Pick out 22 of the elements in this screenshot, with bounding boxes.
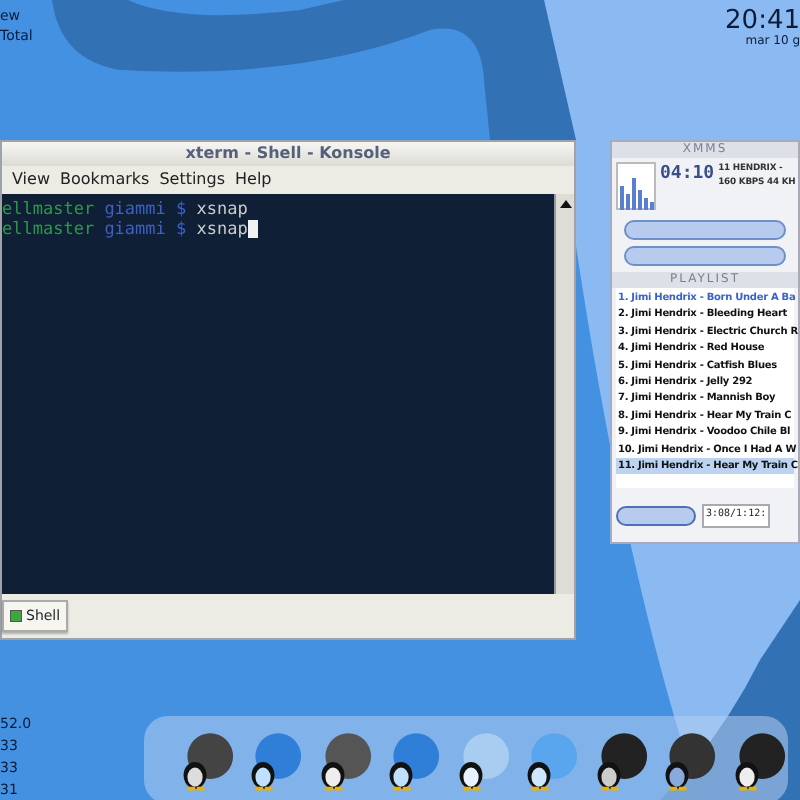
prompt-sign: $ — [176, 220, 187, 240]
window-title: xterm - Shell - Konsole — [2, 142, 574, 166]
clock-time: 20:41 — [725, 8, 800, 34]
scrollbar[interactable] — [554, 194, 574, 594]
menu-item[interactable]: Bookmarks — [59, 170, 150, 190]
text-cursor — [247, 220, 258, 238]
seek-bar[interactable] — [624, 220, 786, 240]
playlist-buttons[interactable] — [616, 505, 696, 526]
time-display: 04:10 — [660, 162, 715, 188]
terminal-host: ellmaster — [2, 220, 95, 240]
terminal-command: xsnap — [196, 220, 248, 240]
terminal-user: giammi — [104, 200, 166, 220]
terminal-icon — [10, 610, 22, 622]
terminal-host: ellmaster — [2, 200, 95, 220]
menu-item[interactable]: View — [12, 170, 50, 190]
playback-controls[interactable] — [624, 246, 786, 266]
menu-item[interactable]: Settings — [159, 170, 225, 190]
visualizer-drawing — [616, 162, 656, 210]
menu-item[interactable]: Help — [235, 170, 272, 190]
terminal-command: xsnap — [196, 200, 248, 220]
terminal-user: giammi — [104, 220, 166, 240]
prompt-sign: $ — [176, 200, 187, 220]
